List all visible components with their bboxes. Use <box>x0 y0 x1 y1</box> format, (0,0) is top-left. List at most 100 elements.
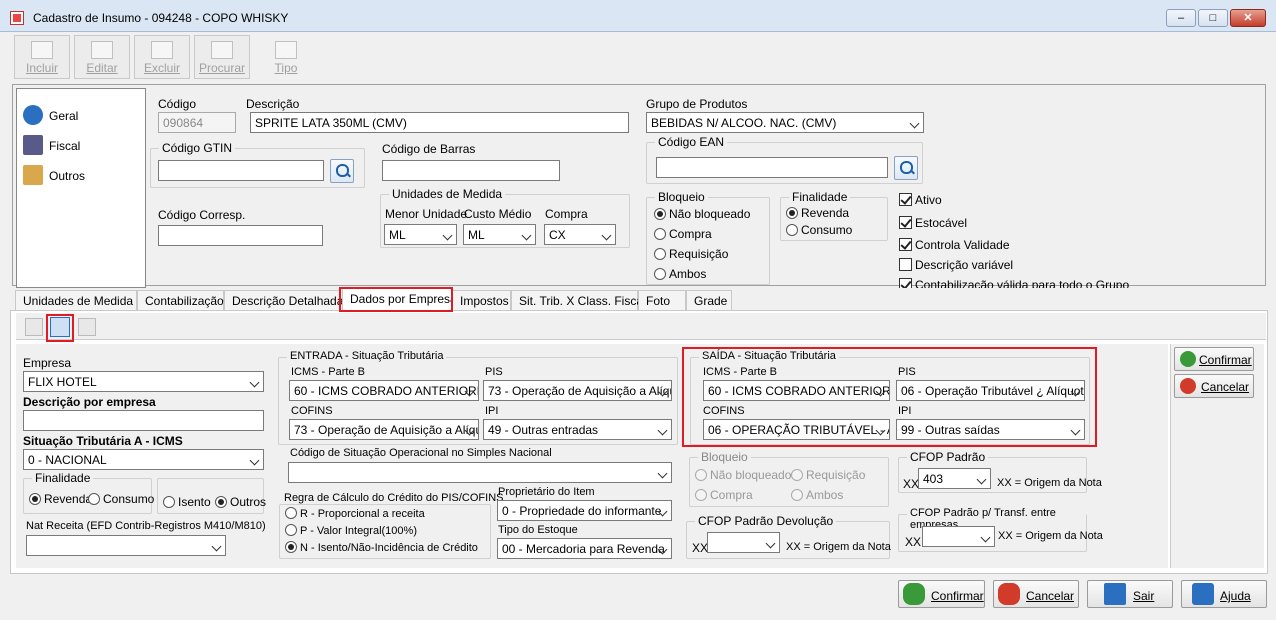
prop-select[interactable]: 0 - Propriedade do informante <box>497 500 672 521</box>
cfop-transf-select[interactable] <box>922 526 995 547</box>
incluir-button[interactable]: Incluir <box>14 35 70 79</box>
maximize-button[interactable]: □ <box>1198 9 1228 27</box>
prop-label: Proprietário do Item <box>498 486 595 498</box>
entrada-icms-select[interactable]: 60 - ICMS COBRADO ANTERIORMEN <box>289 380 479 401</box>
bloqueio-requisicao-radio[interactable]: Requisição <box>654 247 728 261</box>
bloqueio-ambos-radio[interactable]: Ambos <box>654 267 706 281</box>
contabilizacao-grupo-checkbox[interactable]: Contabilização válida para todo o Grupo <box>899 278 1129 288</box>
saida-compra-radio[interactable]: Compra <box>695 488 753 502</box>
desc-empresa-field[interactable] <box>23 410 264 431</box>
nav-item-geral[interactable]: Geral <box>23 103 133 125</box>
minimize-button[interactable]: – <box>1166 9 1196 27</box>
isento-radio[interactable]: Isento <box>163 495 211 509</box>
corresp-label: Código Corresp. <box>158 208 246 222</box>
entrada-cofins-select[interactable]: 73 - Operação de Aquisição a Alíquota Z <box>289 419 479 440</box>
close-button[interactable]: ✕ <box>1230 9 1266 27</box>
ativo-checkbox[interactable]: Ativo <box>899 193 942 207</box>
estoque-select[interactable]: 00 - Mercadoria para Revenda <box>497 538 672 559</box>
entrada-title: ENTRADA - Situação Tributária <box>287 350 447 362</box>
compra-select[interactable]: CX <box>544 224 616 245</box>
barras-field[interactable] <box>382 160 560 181</box>
nav-item-fiscal[interactable]: Fiscal <box>23 133 133 155</box>
editar-button[interactable]: Editar <box>74 35 130 79</box>
tipo-button[interactable]: Tipo <box>258 35 314 79</box>
tab-unidades-medida[interactable]: Unidades de Medida <box>15 290 137 310</box>
menor-unidade-select[interactable]: ML <box>384 224 457 245</box>
bloqueio-nao-bloqueado-radio[interactable]: Não bloqueado <box>654 207 750 221</box>
entrada-ipi-select[interactable]: 49 - Outras entradas <box>483 419 672 440</box>
cfop-note: XX = Origem da Nota <box>997 477 1102 489</box>
ean-label: Código EAN <box>655 135 728 149</box>
saida-bloqueio-label: Bloqueio <box>698 450 751 464</box>
ean-field[interactable] <box>656 157 888 178</box>
ean-search-icon[interactable] <box>894 156 918 180</box>
grupo-label: Grupo de Produtos <box>646 97 748 111</box>
edit-icon <box>91 41 113 59</box>
confirmar-button[interactable]: Confirmar <box>898 580 985 608</box>
estocavel-checkbox[interactable]: Estocável <box>899 216 967 230</box>
cfop-select[interactable]: 403 <box>918 468 991 489</box>
grupo-select[interactable]: BEBIDAS N/ ALCOO. NAC. (CMV) <box>646 112 924 133</box>
saida-requisicao-radio[interactable]: Requisição <box>791 468 865 482</box>
controla-validade-checkbox[interactable]: Controla Validade <box>899 238 1010 252</box>
sub-toolbar <box>16 313 1266 340</box>
saida-nao-bloqueado-radio[interactable]: Não bloqueado <box>695 468 791 482</box>
side-cancelar-button[interactable]: Cancelar <box>1174 374 1254 398</box>
corresp-field[interactable] <box>158 225 323 246</box>
sit-a-select[interactable]: 0 - NACIONAL <box>23 449 264 470</box>
bloqueio-compra-radio[interactable]: Compra <box>654 227 712 241</box>
gtin-field[interactable] <box>158 160 324 181</box>
bloqueio-label: Bloqueio <box>655 190 708 204</box>
descricao-variavel-checkbox[interactable]: Descrição variável <box>899 258 1013 272</box>
codigo-field[interactable]: 090864 <box>158 112 236 133</box>
menor-label: Menor Unidade <box>385 207 468 221</box>
cfop-dev-select[interactable] <box>707 532 780 553</box>
regra-label: Regra de Cálculo do Crédito do PIS/COFIN… <box>284 492 504 504</box>
nav-item-outros[interactable]: Outros <box>23 163 133 185</box>
tab-impostos[interactable]: Impostos <box>452 290 511 310</box>
sit-a-label: Situação Tributária A - ICMS <box>23 434 183 448</box>
simples-select[interactable] <box>288 462 672 483</box>
emp-consumo-radio[interactable]: Consumo <box>88 492 154 506</box>
ajuda-button[interactable]: Ajuda <box>1181 580 1267 608</box>
outros-radio[interactable]: Outros <box>215 495 266 509</box>
excluir-button[interactable]: Excluir <box>134 35 190 79</box>
finalidade-consumo-radio[interactable]: Consumo <box>786 223 852 237</box>
tab-grade[interactable]: Grade <box>686 290 732 310</box>
codigo-label: Código <box>158 97 197 111</box>
cancel-icon <box>1180 378 1196 394</box>
compra-label: Compra <box>545 207 588 221</box>
nat-select[interactable] <box>26 535 226 556</box>
regra-p-radio[interactable]: P - Valor Integral(100%) <box>285 524 417 537</box>
custo-medio-select[interactable]: ML <box>463 224 536 245</box>
check-icon <box>1180 351 1196 367</box>
tab-descricao-detalhada[interactable]: Descrição Detalhada <box>224 290 343 310</box>
delete-icon[interactable] <box>78 318 96 336</box>
gtin-search-icon[interactable] <box>330 159 354 183</box>
sair-button[interactable]: Sair <box>1087 580 1173 608</box>
cancelar-button[interactable]: Cancelar <box>993 580 1079 608</box>
entrada-cofins-label: COFINS <box>291 405 333 417</box>
side-confirmar-button[interactable]: Confirmar <box>1174 347 1254 371</box>
entrada-pis-select[interactable]: 73 - Operação de Aquisição a Alíquota Z <box>483 380 672 401</box>
regra-r-radio[interactable]: R - Proporcional a receita <box>285 507 425 520</box>
saida-ambos-radio[interactable]: Ambos <box>791 488 843 502</box>
tab-sit-trib[interactable]: Sit. Trib. X Class. Fiscal <box>511 290 646 310</box>
finalidade-revenda-radio[interactable]: Revenda <box>786 206 849 220</box>
entrada-pis-label: PIS <box>485 366 503 378</box>
emp-revenda-radio[interactable]: Revenda <box>29 492 92 506</box>
descricao-label: Descrição <box>246 97 300 111</box>
new-icon[interactable] <box>25 318 43 336</box>
regra-n-radio[interactable]: N - Isento/Não-Incidência de Crédito <box>285 541 478 554</box>
descricao-field[interactable]: SPRITE LATA 350ML (CMV) <box>250 112 629 133</box>
custo-label: Custo Médio <box>464 207 532 221</box>
empresa-label: Empresa <box>23 356 72 370</box>
tab-contabilizacao[interactable]: Contabilização <box>137 290 224 310</box>
nat-label: Nat Receita (EFD Contrib-Registros M410/… <box>26 520 266 532</box>
new-document-icon <box>31 41 53 59</box>
tab-foto[interactable]: Foto <box>638 290 686 310</box>
empresa-select[interactable]: FLIX HOTEL <box>23 371 264 392</box>
procurar-button[interactable]: Procurar <box>194 35 250 79</box>
building-icon <box>23 135 43 155</box>
finalidade-label: Finalidade <box>789 190 851 204</box>
